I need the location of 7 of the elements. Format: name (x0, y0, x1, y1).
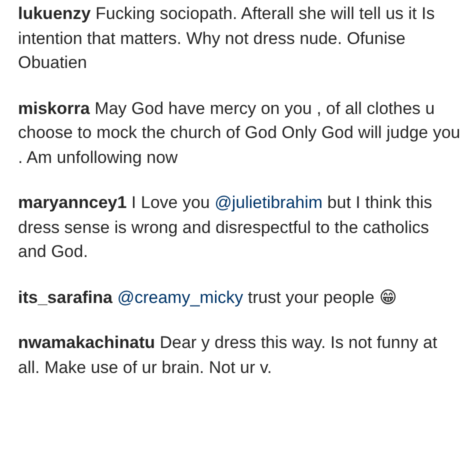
comment-text: miskorra May God have mercy on you , of all clothes u choose to mock the church of God Only God will judge you . Am unfollowing now (18, 98, 462, 168)
comment-text: maryanncey1 I Love you @julietibrahim but I think this dress sense is wrong and disrespectful to the catholics and God. (18, 192, 434, 263)
mention-link[interactable]: @creamy_micky (117, 288, 244, 306)
comment-text: nwamakachinatu Dear y dress this way. Is not funny at all. Make use of ur brain. Not ur v. (18, 332, 438, 378)
comment-text: lukuenzy Fucking sociopath. Afterall she will tell us it Is intention that matters. Why not dress nude. Ofunise Obuatien (18, 3, 436, 74)
comment-text: its_sarafina @creamy_micky trust your people 😁 (18, 286, 398, 308)
mention-link[interactable]: @julietibrahim (214, 193, 323, 212)
